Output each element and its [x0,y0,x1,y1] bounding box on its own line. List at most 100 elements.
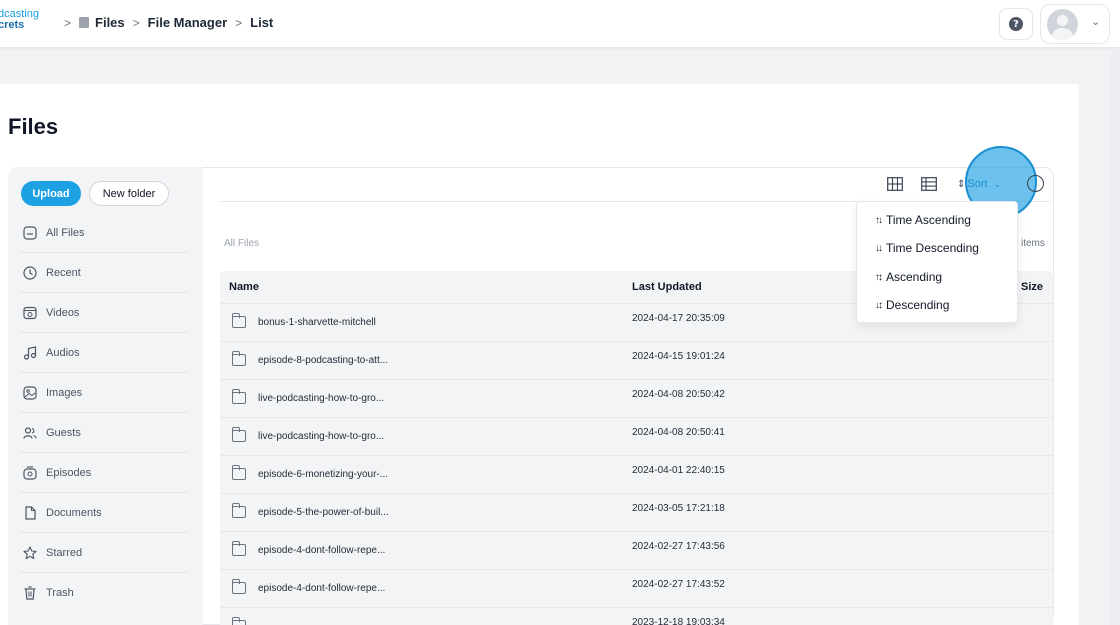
chevron-right-icon: > [64,15,72,30]
last-updated: 2024-04-01 22:40:15 [632,465,725,476]
sort-time-descending-icon: ↓↓ [875,242,883,254]
sort-option-descending[interactable]: ↓↕ Descending [875,297,949,313]
trash-icon [22,585,38,601]
breadcrumb-list[interactable]: List [250,15,273,30]
folder-icon [232,579,246,594]
table-row[interactable]: episode-6-monetizing-your-... 2024-04-01… [220,456,1053,494]
folder-icon [232,617,246,625]
page-scrollbar[interactable] [1110,48,1120,625]
sidebar-item-audios[interactable]: Audios [20,333,188,373]
sidebar-item-label: Recent [46,266,81,279]
sidebar-item-label: Guests [46,426,81,439]
folder-icon [232,389,246,404]
chevron-right-icon: > [132,15,140,30]
sort-option-ascending[interactable]: ↑↕ Ascending [875,269,942,285]
table-row[interactable]: 2023-12-18 19:03:34 [220,608,1053,625]
last-updated: 2024-02-27 17:43:56 [632,541,725,552]
sort-option-time-ascending[interactable]: ↑↓ Time Ascending [875,212,971,228]
sidebar-item-label: Episodes [46,466,92,479]
sidebar-item-documents[interactable]: Documents [20,493,188,533]
last-updated: 2024-02-27 17:43:52 [632,579,725,590]
list-view-icon[interactable] [919,176,939,192]
sidebar-item-videos[interactable]: Videos [20,293,188,333]
sort-option-label: Time Ascending [886,213,971,227]
file-name: episode-4-dont-follow-repe... [258,545,386,556]
breadcrumb: > Files > File Manager > List [56,15,273,30]
sidebar-item-starred[interactable]: Starred [20,533,188,573]
file-name: episode-6-monetizing-your-... [258,469,389,480]
table-row[interactable]: live-podcasting-how-to-gro... 2024-04-08… [220,380,1053,418]
sort-descending-icon: ↓↕ [875,299,883,311]
chevron-right-icon: > [235,15,243,30]
sidebar-item-trash[interactable]: Trash [20,573,188,613]
folder-icon [232,503,246,518]
sidebar-item-guests[interactable]: Guests [20,413,188,453]
image-icon [22,385,38,401]
sidebar-item-episodes[interactable]: Episodes [20,453,188,493]
sidebar-item-all-files[interactable]: All Files [20,213,188,253]
sort-option-time-descending[interactable]: ↓↓ Time Descending [875,240,979,256]
sort-button[interactable]: ⇕ Sort ⌄ [957,176,1001,192]
sidebar-item-label: All Files [46,226,85,239]
clock-icon [22,265,38,281]
sort-option-label: Descending [886,298,950,312]
last-updated: 2024-04-08 20:50:42 [632,389,725,400]
chevron-down-icon: ⌄ [993,178,1002,189]
grid-view-icon[interactable] [885,176,905,192]
files-table: Name Last Updated Size bonus-1-sharvette… [220,271,1053,625]
table-row[interactable]: episode-5-the-power-of-buil... 2024-03-0… [220,494,1053,532]
folder-icon [232,351,246,366]
sidebar-item-label: Images [46,386,83,399]
user-menu-button[interactable]: ⌄ [1040,4,1110,44]
column-header-size[interactable]: Size [1021,281,1043,293]
last-updated: 2024-04-15 19:01:24 [632,351,725,362]
file-name: episode-4-dont-follow-repe... [258,583,386,594]
last-updated: 2024-04-08 20:50:41 [632,427,725,438]
last-updated: 2024-04-17 20:35:09 [632,313,725,324]
file-name: bonus-1-sharvette-mitchell [258,317,376,328]
upload-button[interactable]: Upload [21,181,81,206]
file-name: episode-8-podcasting-to-att... [258,355,389,366]
episodes-icon [22,465,38,481]
sidebar-item-label: Trash [46,587,74,599]
file-icon [79,17,90,28]
folder-icon [232,465,246,480]
table-row[interactable]: episode-4-dont-follow-repe... 2024-02-27… [220,570,1053,608]
sort-ascending-icon: ↑↕ [875,271,883,283]
table-row[interactable]: episode-4-dont-follow-repe... 2024-02-27… [220,532,1053,570]
page-title: Files [8,114,59,139]
table-row[interactable]: episode-8-podcasting-to-att... 2024-04-1… [220,342,1053,380]
sort-arrows-icon: ⇕ [957,178,966,190]
folder-icon [232,427,246,442]
breadcrumb-files[interactable]: Files [95,15,125,30]
last-updated: 2024-03-05 17:21:18 [632,503,725,514]
top-bar: dcasting crets > Files > File Manager > … [0,0,1120,48]
star-icon [22,545,38,561]
video-icon [22,305,38,321]
sidebar-item-label: Audios [46,346,80,359]
new-folder-button[interactable]: New folder [89,181,169,206]
breadcrumb-file-manager[interactable]: File Manager [148,15,227,30]
file-name: live-podcasting-how-to-gro... [258,431,385,442]
sidebar-item-label: Videos [46,306,80,319]
document-icon [22,505,38,521]
sidebar-item-images[interactable]: Images [20,373,188,413]
sidebar-item-label: Starred [46,546,83,559]
last-updated: 2023-12-18 19:03:34 [632,617,725,625]
sort-time-ascending-icon: ↑↓ [875,214,883,226]
table-row[interactable]: live-podcasting-how-to-gro... 2024-04-08… [220,418,1053,456]
user-avatar-icon [1047,9,1078,40]
chevron-down-icon: ⌄ [1091,15,1101,28]
file-name: episode-5-the-power-of-buil... [258,507,389,518]
music-note-icon [22,345,38,361]
column-header-last-updated[interactable]: Last Updated [632,281,702,293]
brand-logo[interactable]: dcasting crets [0,9,39,31]
current-folder-label: All Files [224,238,260,249]
sidebar-item-recent[interactable]: Recent [20,253,188,293]
column-header-name[interactable]: Name [229,281,259,293]
guests-icon [22,425,38,441]
help-button[interactable]: ? [999,8,1033,40]
info-icon[interactable] [1027,175,1044,192]
sort-dropdown-menu: ↑↓ Time Ascending ↓↓ Time Descending ↑↕ … [856,201,1018,323]
sort-option-label: Ascending [886,270,943,284]
